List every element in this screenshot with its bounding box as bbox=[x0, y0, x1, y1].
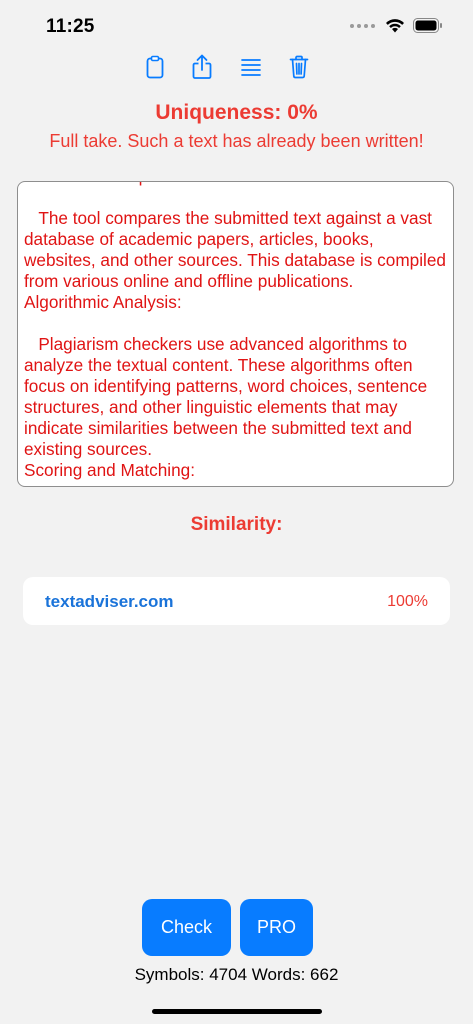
text-input-area[interactable]: Database Comparison: The tool compares t… bbox=[17, 181, 454, 487]
toolbar bbox=[0, 52, 473, 82]
trash-icon bbox=[289, 55, 309, 79]
delete-button[interactable] bbox=[284, 52, 314, 82]
similarity-site-link[interactable]: textadviser.com bbox=[45, 592, 174, 612]
similarity-row[interactable]: textadviser.com 100% bbox=[23, 577, 450, 625]
clipboard-icon bbox=[146, 55, 164, 79]
paste-button[interactable] bbox=[140, 52, 170, 82]
similarity-title: Similarity: bbox=[190, 514, 283, 535]
similarity-percent: 100% bbox=[387, 593, 428, 610]
format-list-button[interactable] bbox=[236, 52, 266, 82]
signal-dots-icon bbox=[350, 23, 375, 28]
words-count: Words: 662 bbox=[251, 965, 339, 984]
uniqueness-title: Uniqueness: 0% bbox=[155, 101, 318, 124]
list-icon bbox=[241, 59, 261, 76]
status-time: 11:25 bbox=[46, 16, 95, 37]
wifi-icon bbox=[386, 19, 404, 33]
share-icon bbox=[192, 54, 212, 79]
status-icons bbox=[350, 18, 443, 33]
check-button[interactable]: Check bbox=[142, 899, 231, 956]
symbols-count: Symbols: 4704 bbox=[134, 965, 248, 984]
uniqueness-subtitle: Full take. Such a text has already been … bbox=[49, 131, 424, 151]
pro-button[interactable]: PRO bbox=[240, 899, 313, 956]
text-counts: Symbols: 4704 Words: 662 bbox=[0, 965, 473, 985]
home-indicator[interactable] bbox=[152, 1009, 322, 1014]
share-button[interactable] bbox=[187, 52, 217, 82]
status-bar: 11:25 bbox=[0, 0, 473, 54]
text-content: Database Comparison: The tool compares t… bbox=[24, 182, 446, 480]
battery-icon bbox=[413, 18, 442, 33]
